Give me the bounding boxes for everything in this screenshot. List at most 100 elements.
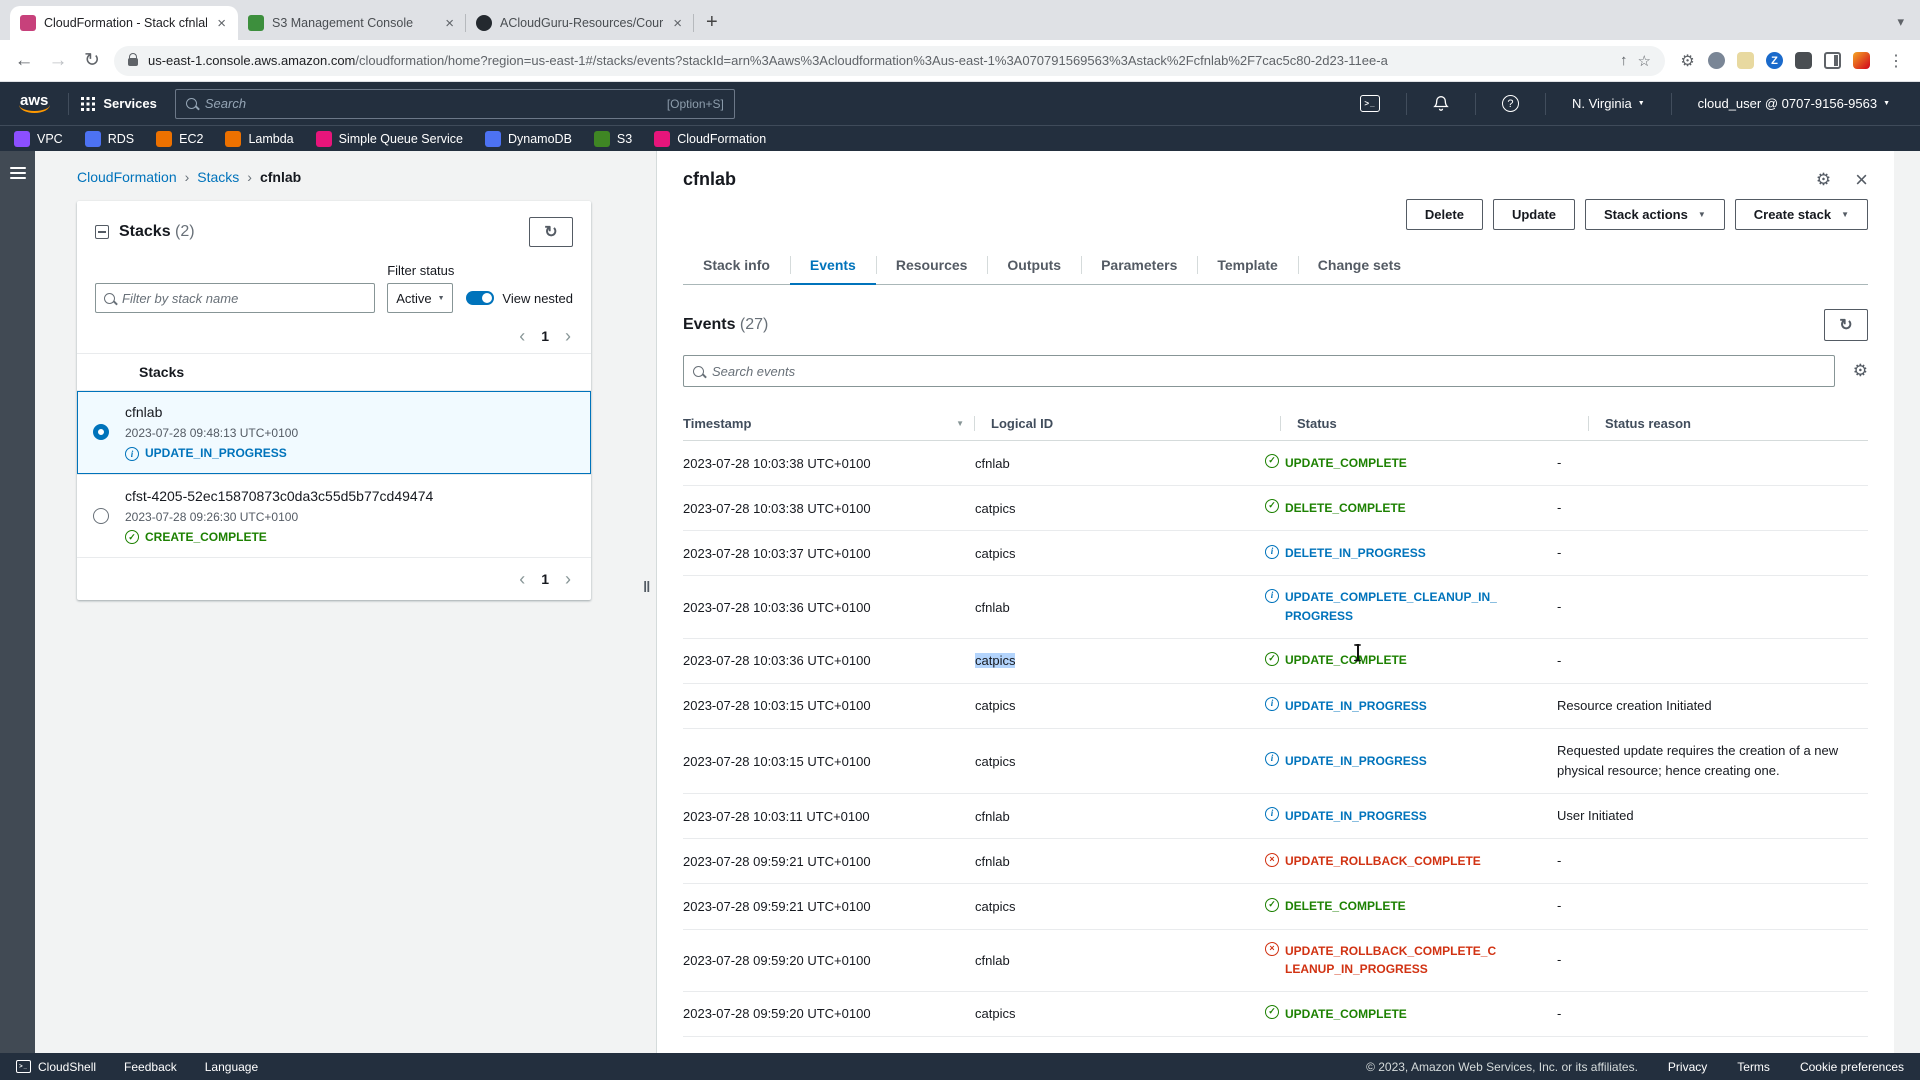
browser-menu-icon[interactable]: ⋮	[1884, 51, 1908, 71]
account-menu[interactable]: cloud_user @ 0707-9156-9563▼	[1684, 96, 1904, 111]
next-page-icon[interactable]: ›	[565, 327, 571, 345]
event-row[interactable]: 2023-07-28 10:03:36 UTC+0100 cfnlab i UP…	[683, 576, 1868, 638]
panel-settings-gear-icon[interactable]: ⚙	[1816, 170, 1831, 190]
event-row[interactable]: 2023-07-28 09:59:20 UTC+0100 catpics ✓ U…	[683, 992, 1868, 1037]
table-preferences-gear-icon[interactable]: ⚙	[1853, 361, 1868, 381]
event-row[interactable]: 2023-07-28 10:03:37 UTC+0100 catpics i D…	[683, 531, 1868, 576]
side-panel-icon[interactable]	[1824, 52, 1841, 69]
lock-icon[interactable]	[128, 58, 138, 66]
colorful-extension-icon[interactable]	[1853, 52, 1870, 69]
column-header-timestamp[interactable]: Timestamp ▼	[683, 416, 975, 431]
favorites-service-item[interactable]: RDS	[85, 131, 134, 147]
favorites-service-item[interactable]: Lambda	[225, 131, 293, 147]
tab-close-icon[interactable]: ×	[671, 15, 684, 32]
action-button[interactable]: Create stack ▼	[1735, 199, 1868, 230]
tab-template[interactable]: Template	[1197, 246, 1297, 284]
refresh-events-button[interactable]: ↻	[1824, 309, 1868, 341]
favorites-service-item[interactable]: Simple Queue Service	[316, 131, 463, 147]
sort-descending-icon[interactable]: ▼	[956, 419, 964, 428]
column-header-status[interactable]: Status	[1297, 416, 1589, 431]
status-filter-select[interactable]: Active ▼	[387, 283, 453, 313]
column-header-logical-id[interactable]: Logical ID	[991, 416, 1281, 431]
browser-tab[interactable]: CloudFormation - Stack cfnlab ×	[10, 6, 238, 40]
next-page-icon[interactable]: ›	[565, 570, 571, 588]
action-button[interactable]: Delete	[1406, 199, 1483, 230]
previous-page-icon[interactable]: ‹	[519, 570, 525, 588]
event-row[interactable]: 2023-07-28 10:03:38 UTC+0100 cfnlab ✓ UP…	[683, 441, 1868, 486]
event-row[interactable]: 2023-07-28 10:03:11 UTC+0100 cfnlab i UP…	[683, 794, 1868, 839]
events-search-input[interactable]: Search events	[683, 355, 1835, 387]
tab-events[interactable]: Events	[790, 246, 876, 284]
favorites-service-item[interactable]: EC2	[156, 131, 203, 147]
favorites-service-item[interactable]: S3	[594, 131, 632, 147]
previous-page-icon[interactable]: ‹	[519, 327, 525, 345]
extensions-puzzle-icon[interactable]	[1795, 52, 1812, 69]
new-tab-button[interactable]: +	[694, 11, 730, 40]
stack-name[interactable]: cfnlab	[125, 404, 298, 420]
event-row[interactable]: 2023-07-28 10:03:38 UTC+0100 catpics ✓ D…	[683, 486, 1868, 531]
footer-cloudshell[interactable]: >_ CloudShell	[16, 1060, 96, 1074]
event-row[interactable]: 2023-07-28 10:03:15 UTC+0100 catpics i U…	[683, 729, 1868, 794]
url-text[interactable]: us-east-1.console.aws.amazon.com/cloudfo…	[148, 53, 1610, 68]
browser-tab[interactable]: ACloudGuru-Resources/Cours ×	[466, 6, 694, 40]
password-manager-extension-icon[interactable]	[1708, 52, 1725, 69]
reload-button[interactable]: ↻	[80, 49, 104, 72]
favorites-service-item[interactable]: CloudFormation	[654, 131, 766, 147]
stack-name[interactable]: cfst-4205-52ec15870873c0da3c55d5b77cd494…	[125, 488, 433, 504]
breadcrumb-cloudformation-link[interactable]: CloudFormation	[77, 169, 177, 185]
notes-extension-icon[interactable]	[1737, 52, 1754, 69]
radio-button[interactable]	[93, 424, 109, 440]
favorites-service-item[interactable]: DynamoDB	[485, 131, 572, 147]
tab-outputs[interactable]: Outputs	[987, 246, 1081, 284]
panel-close-icon[interactable]: ×	[1855, 169, 1868, 191]
stack-list-item[interactable]: cfnlab 2023-07-28 09:48:13 UTC+0100 i UP…	[77, 391, 591, 475]
tab-parameters[interactable]: Parameters	[1081, 246, 1197, 284]
column-header-status-reason[interactable]: Status reason	[1605, 416, 1868, 431]
page-number[interactable]: 1	[541, 328, 549, 344]
footer-feedback[interactable]: Feedback	[124, 1060, 177, 1074]
action-button[interactable]: Update	[1493, 199, 1575, 230]
hamburger-menu-icon[interactable]	[10, 167, 26, 179]
event-row[interactable]: 2023-07-28 10:03:15 UTC+0100 catpics i U…	[683, 684, 1868, 729]
settings-extension-icon[interactable]: ⚙	[1679, 52, 1696, 69]
tab-close-icon[interactable]: ×	[215, 15, 228, 32]
address-bar[interactable]: us-east-1.console.aws.amazon.com/cloudfo…	[114, 46, 1665, 76]
split-pane-handle[interactable]: ‖	[643, 579, 651, 596]
favorites-service-item[interactable]: VPC	[14, 131, 63, 147]
collapse-icon[interactable]	[95, 225, 109, 239]
back-button[interactable]: ←	[12, 50, 36, 72]
cloudshell-icon[interactable]: >_	[1346, 95, 1394, 112]
region-selector[interactable]: N. Virginia▼	[1558, 96, 1659, 111]
global-search-input[interactable]: Search [Option+S]	[175, 89, 735, 119]
tab-resources[interactable]: Resources	[876, 246, 988, 284]
zotero-extension-icon[interactable]: Z	[1766, 52, 1783, 69]
notifications-bell-icon[interactable]	[1419, 95, 1463, 112]
footer-link-terms[interactable]: Terms	[1737, 1060, 1770, 1074]
radio-button[interactable]	[93, 508, 109, 524]
help-icon[interactable]: ?	[1488, 95, 1533, 112]
footer-language[interactable]: Language	[205, 1060, 258, 1074]
refresh-stacks-button[interactable]: ↻	[529, 217, 573, 247]
event-row[interactable]: 2023-07-28 09:59:21 UTC+0100 cfnlab × UP…	[683, 839, 1868, 884]
services-menu[interactable]: Services	[81, 96, 157, 111]
tab-list-chevron-icon[interactable]: ▾	[1897, 14, 1910, 40]
event-row[interactable]: 2023-07-28 10:03:36 UTC+0100 catpics ✓ U…	[683, 639, 1868, 684]
tab-close-icon[interactable]: ×	[443, 15, 456, 32]
page-number[interactable]: 1	[541, 571, 549, 587]
view-nested-toggle[interactable]	[466, 291, 494, 305]
event-row[interactable]: 2023-07-28 09:59:21 UTC+0100 catpics ✓ D…	[683, 884, 1868, 929]
event-row[interactable]: 2023-07-28 09:59:20 UTC+0100 cfnlab × UP…	[683, 930, 1868, 992]
action-button[interactable]: Stack actions ▼	[1585, 199, 1725, 230]
aws-logo[interactable]: aws	[16, 92, 56, 115]
browser-tab[interactable]: S3 Management Console ×	[238, 6, 466, 40]
stack-list-item[interactable]: cfst-4205-52ec15870873c0da3c55d5b77cd494…	[77, 475, 591, 559]
tab-change-sets[interactable]: Change sets	[1298, 246, 1421, 284]
footer-link-privacy[interactable]: Privacy	[1668, 1060, 1707, 1074]
tab-stack-info[interactable]: Stack info	[683, 246, 790, 284]
breadcrumb-stacks-link[interactable]: Stacks	[197, 169, 239, 185]
share-icon[interactable]: ↑	[1620, 52, 1628, 69]
footer-link-cookie-preferences[interactable]: Cookie preferences	[1800, 1060, 1904, 1074]
stack-filter-input[interactable]: Filter by stack name	[95, 283, 375, 313]
forward-button[interactable]: →	[46, 50, 70, 72]
bookmark-star-icon[interactable]: ☆	[1638, 52, 1651, 70]
